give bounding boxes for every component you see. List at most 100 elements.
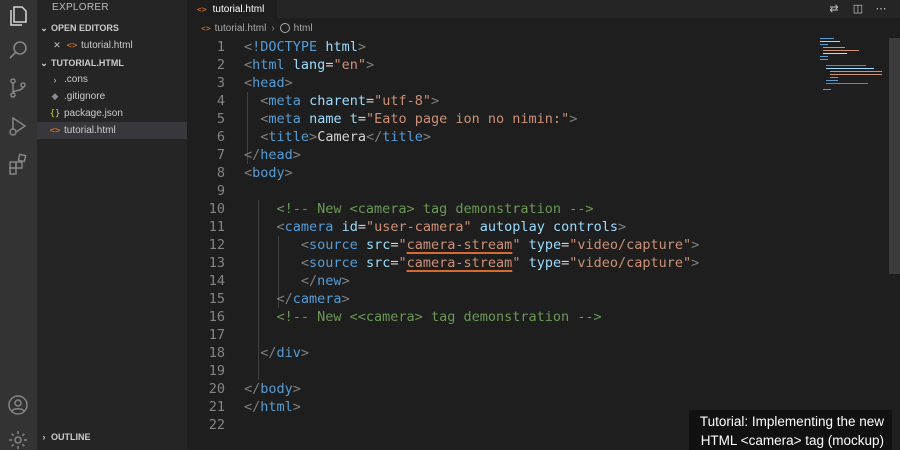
files-icon[interactable] (6, 4, 30, 28)
settings-gear-icon[interactable] (6, 428, 30, 450)
code-token: < (244, 39, 253, 55)
file-item-package-json[interactable]: {} package.json (37, 105, 187, 122)
code-token: id (341, 219, 358, 235)
line-number: 5 (216, 111, 225, 127)
line-number: 19 (208, 363, 225, 379)
line-number: 21 (208, 399, 225, 415)
close-icon[interactable]: ✕ (51, 40, 63, 51)
line-number: 12 (208, 237, 225, 253)
more-actions-icon[interactable]: ⋯ (874, 2, 888, 16)
file-item-tutorial-html[interactable]: <> tutorial.html (37, 122, 187, 139)
code-text: </body> (244, 380, 301, 398)
code-token: = (365, 93, 375, 109)
code-line[interactable]: 7 </head> (187, 146, 827, 164)
code-token: < (300, 255, 310, 271)
compare-changes-icon[interactable]: ⇄ (827, 2, 841, 16)
code-line[interactable]: 8 <body> (187, 164, 827, 182)
code-token: title (382, 129, 423, 145)
code-token: " (398, 255, 407, 271)
line-number: 14 (208, 273, 225, 289)
code-line[interactable]: 3 <head> (187, 74, 827, 92)
code-token: < (244, 165, 253, 181)
code-line[interactable]: 13 <source src="camera-stream" type="vid… (187, 254, 827, 272)
html-file-icon: <> (197, 4, 207, 14)
code-token: " (398, 237, 407, 253)
code-line[interactable]: 1 <!DOCTYPE html> (187, 38, 827, 56)
code-editor[interactable]: 1 <!DOCTYPE html> 2 <html lang="en"> 3 <head>… (187, 38, 900, 450)
html-file-icon: <> (66, 40, 78, 51)
code-token: </ (244, 147, 261, 163)
code-line[interactable]: 11 <camera id="user-camera" autoplay con… (187, 218, 827, 236)
code-line[interactable]: 4 <meta charent="utf-8"> (187, 92, 827, 110)
breadcrumb-symbol[interactable]: html (294, 23, 313, 34)
file-item-cons[interactable]: › .cons (37, 71, 187, 88)
code-line[interactable]: 19 (187, 362, 827, 380)
code-line[interactable]: 16 <!-- New <<camera> tag demonstration … (187, 308, 827, 326)
code-line[interactable]: 12 <source src="camera-stream" type="vid… (187, 236, 827, 254)
line-number: 8 (216, 165, 225, 181)
code-token: > (691, 237, 700, 253)
run-debug-icon[interactable] (6, 114, 30, 138)
code-token: Camera (317, 129, 366, 145)
split-editor-icon[interactable]: ◫ (851, 2, 865, 16)
code-token: html (325, 39, 358, 55)
code-token: </ (276, 291, 293, 307)
breadcrumb-file[interactable]: tutorial.html (215, 23, 267, 34)
code-token: > (431, 93, 440, 109)
account-icon[interactable] (6, 393, 30, 417)
minimap[interactable] (818, 38, 886, 98)
open-editor-item[interactable]: ✕ <> tutorial.html (37, 37, 187, 54)
caption-line-2: HTML <camera> tag (mockup) (700, 433, 884, 448)
symbol-element-icon (279, 23, 290, 33)
code-token: "video/capture" (569, 237, 692, 253)
code-line[interactable]: 15 </camera> (187, 290, 827, 308)
extensions-icon[interactable] (6, 152, 30, 176)
code-token: meta (268, 111, 301, 127)
vertical-scrollbar[interactable] (889, 38, 900, 274)
line-number: 22 (208, 417, 225, 433)
code-token: source (309, 237, 358, 253)
code-token: body (260, 381, 293, 397)
line-number: 17 (208, 327, 225, 343)
code-text: <source src="camera-stream" type="video/… (244, 254, 699, 272)
code-token: </ (300, 273, 318, 289)
tab-tutorial-html[interactable]: <> tutorial.html (187, 0, 277, 18)
code-line[interactable]: 18 </div> (187, 344, 827, 362)
source-control-icon[interactable] (6, 76, 30, 100)
code-token: = (357, 219, 366, 235)
code-token: > (341, 273, 350, 289)
file-label: .gitignore (64, 91, 106, 102)
code-text: </camera> (244, 290, 350, 308)
code-line[interactable]: 9 (187, 182, 827, 200)
code-line[interactable]: 6 <title>Camera</title> (187, 128, 827, 146)
code-token: > (292, 147, 301, 163)
code-line[interactable]: 17 (187, 326, 827, 344)
code-token: "video/capture" (569, 255, 692, 271)
code-line[interactable]: 20 </body> (187, 380, 827, 398)
code-token: type (528, 255, 562, 271)
code-line[interactable]: 10 <!-- New <camera> tag demonstration -… (187, 200, 827, 218)
outline-label: OUTLINE (51, 432, 91, 442)
code-line[interactable]: 5 <meta name t="Eato page ion no nimin:"… (187, 110, 827, 128)
file-item-gitignore[interactable]: ◆ .gitignore (37, 88, 187, 105)
code-token: <!-- New <<camera> tag demonstration --> (276, 309, 602, 325)
open-editors-section[interactable]: ⌄ OPEN EDITORS (37, 20, 187, 36)
outline-section[interactable]: › OUTLINE (37, 429, 187, 445)
code-token: = (390, 255, 399, 271)
code-line[interactable]: 14 </new> (187, 272, 827, 290)
tutorial-caption: Tutorial: Implementing the new HTML <cam… (689, 410, 892, 450)
open-editor-label: tutorial.html (81, 40, 133, 51)
code-token: source (309, 255, 358, 271)
folder-section[interactable]: ⌄ TUTORIAL.HTML (37, 55, 187, 71)
search-icon[interactable] (6, 38, 30, 62)
code-line[interactable]: 2 <html lang="en"> (187, 56, 827, 74)
